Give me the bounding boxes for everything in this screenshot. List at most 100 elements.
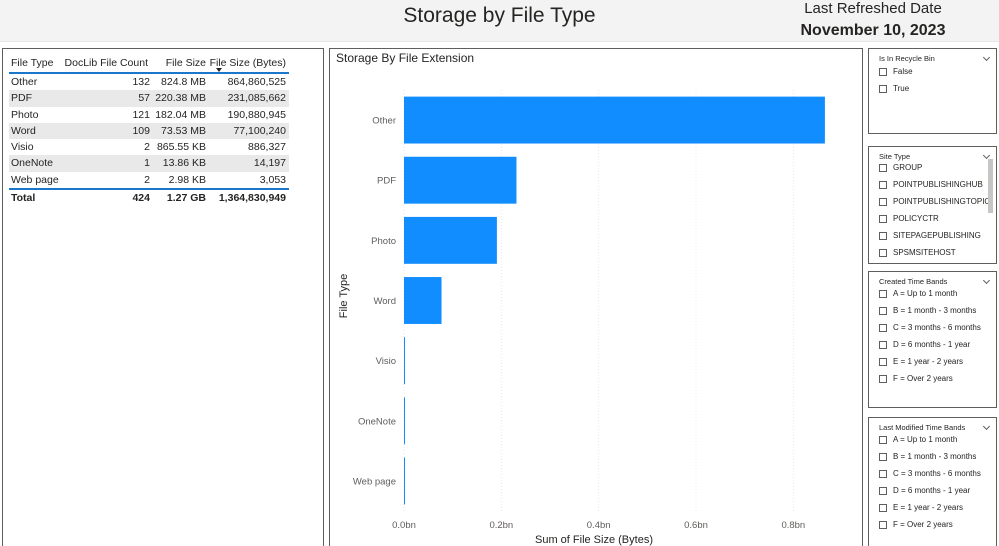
table-header-row: File Type DocLib File Count File Size Fi… — [9, 53, 289, 74]
cell-file-size-bytes: 231,085,662 — [227, 92, 286, 105]
table-row[interactable]: Web page 2 2.98 KB 3,053 — [9, 172, 289, 188]
slicer-option-label: B = 1 month - 3 months — [893, 452, 977, 461]
table-total-row: Total 424 1.27 GB 1,364,830,949 — [9, 188, 289, 204]
slicer-option-label: C = 3 months - 6 months — [893, 469, 981, 478]
chevron-down-icon[interactable] — [982, 276, 991, 285]
slicer-site-type[interactable]: Site Type GROUP POINTPUBLISHINGHUB POINTPU… — [868, 146, 997, 264]
slicer-option-label: D = 6 months - 1 year — [893, 486, 971, 495]
checkbox[interactable] — [879, 358, 887, 366]
cell-file-size-bytes: 14,197 — [253, 157, 286, 170]
slicer-option-label: E = 1 year - 2 years — [893, 357, 964, 366]
slicer-option-label: GROUP — [893, 163, 923, 172]
slicer-recycle-bin[interactable]: Is In Recycle Bin False True — [868, 48, 997, 134]
slicer-option-label: False — [893, 67, 913, 76]
slicer-option-label: F = Over 2 years — [893, 520, 953, 529]
slicer-option-label: C = 3 months - 6 months — [893, 323, 981, 332]
slicer-last-modified-time-bands[interactable]: Last Modified Time Bands A = Up to 1 mon… — [868, 417, 997, 546]
cell-file-size-bytes: 3,053 — [259, 173, 286, 186]
chevron-down-icon[interactable] — [982, 151, 991, 160]
slicer-option-label: POLICYCTR — [893, 214, 939, 223]
bar[interactable] — [404, 337, 405, 385]
total-bytes: 1,364,830,949 — [218, 192, 286, 205]
bar-chart: 0.0bn 0.2bn 0.4bn 0.6bn 0.8bn Other PDF Photo Wo… — [338, 90, 825, 546]
cell-file-count: 121 — [132, 108, 150, 121]
slicer-title: Created Time Bands — [879, 277, 948, 286]
slicer-option-label: True — [893, 84, 910, 93]
table-row[interactable]: OneNote 1 13.86 KB 14,197 — [9, 155, 289, 172]
slicer-scrollbar[interactable] — [988, 159, 993, 213]
bar[interactable] — [404, 457, 405, 505]
cell-file-size: 824.8 MB — [161, 76, 206, 88]
total-label: Total — [11, 192, 36, 205]
y-category-label: PDF — [377, 176, 396, 187]
slicer-option-label: SITEPAGEPUBLISHING — [893, 231, 981, 240]
total-size: 1.27 GB — [166, 192, 206, 205]
checkbox[interactable] — [879, 164, 887, 172]
checkbox[interactable] — [879, 504, 887, 512]
bar[interactable] — [404, 397, 405, 445]
sort-descending-icon — [216, 68, 222, 72]
slicer-created-time-bands[interactable]: Created Time Bands A = Up to 1 month B = … — [868, 271, 997, 408]
slicer-option-label: POINTPUBLISHINGTOPIC — [893, 197, 991, 206]
cell-file-type: OneNote — [11, 157, 54, 170]
column-header-file-type[interactable]: File Type — [11, 57, 53, 69]
checkbox[interactable] — [879, 487, 887, 495]
file-type-table: File Type DocLib File Count File Size Fi… — [9, 53, 289, 204]
table-row[interactable]: Visio 2 865.55 KB 886,327 — [9, 139, 289, 155]
checkbox[interactable] — [879, 181, 887, 189]
table-row[interactable]: Photo 121 182.04 MB 190,880,945 — [9, 107, 289, 123]
checkbox[interactable] — [879, 324, 887, 332]
table-row[interactable]: Other 132 824.8 MB 864,860,525 — [9, 74, 289, 90]
bar[interactable] — [404, 96, 825, 144]
x-axis-title: Sum of File Size (Bytes) — [535, 534, 653, 546]
column-header-file-size[interactable]: File Size — [166, 57, 206, 69]
refresh-date: November 10, 2023 — [800, 22, 946, 39]
cell-file-size-bytes: 864,860,525 — [227, 76, 286, 88]
cell-file-size-bytes: 886,327 — [248, 141, 286, 154]
slicer-title: Last Modified Time Bands — [879, 423, 966, 432]
cell-file-count: 2 — [144, 173, 150, 186]
y-category-label: Photo — [371, 236, 396, 247]
y-axis-title: File Type — [338, 274, 350, 318]
checkbox[interactable] — [879, 470, 887, 478]
slicer-option-label: F = Over 2 years — [893, 374, 953, 383]
checkbox[interactable] — [879, 453, 887, 461]
cell-file-count: 109 — [132, 124, 150, 137]
checkbox[interactable] — [879, 341, 887, 349]
column-header-file-count[interactable]: DocLib File Count — [65, 57, 148, 69]
slicer-option-label: B = 1 month - 3 months — [893, 306, 977, 315]
checkbox[interactable] — [879, 232, 887, 240]
y-category-label: Visio — [376, 356, 396, 367]
y-category-label: Word — [373, 296, 396, 307]
checkbox[interactable] — [879, 85, 887, 93]
checkbox[interactable] — [879, 68, 887, 76]
chevron-down-icon[interactable] — [982, 53, 991, 62]
cell-file-type: PDF — [11, 92, 32, 105]
slicer-title: Is In Recycle Bin — [879, 54, 935, 63]
checkbox[interactable] — [879, 307, 887, 315]
storage-chart-visual[interactable]: Storage By File Extension 0.0bn 0.2bn 0.4b… — [329, 48, 863, 546]
bar[interactable] — [404, 156, 517, 204]
slicer-option-label: D = 6 months - 1 year — [893, 340, 971, 349]
cell-file-size: 865.55 KB — [156, 141, 206, 154]
bar[interactable] — [404, 277, 442, 324]
chevron-down-icon[interactable] — [982, 422, 991, 431]
checkbox[interactable] — [879, 198, 887, 206]
table-row[interactable]: PDF 57 220.38 MB 231,085,662 — [9, 90, 289, 107]
cell-file-count: 1 — [144, 157, 150, 170]
y-category-label: OneNote — [358, 416, 396, 427]
checkbox[interactable] — [879, 375, 887, 383]
cell-file-type: Other — [11, 76, 38, 88]
checkbox[interactable] — [879, 215, 887, 223]
bar[interactable] — [404, 216, 497, 264]
checkbox[interactable] — [879, 521, 887, 529]
checkbox[interactable] — [879, 290, 887, 298]
table-row[interactable]: Word 109 73.53 MB 77,100,240 — [9, 122, 289, 140]
checkbox[interactable] — [879, 249, 887, 257]
refresh-label: Last Refreshed Date — [804, 0, 942, 17]
checkbox[interactable] — [879, 436, 887, 444]
slicer-option-label: A = Up to 1 month — [893, 435, 958, 444]
table-body: Other 132 824.8 MB 864,860,525 PDF 57 220.38 M… — [9, 74, 289, 188]
slicer-option-label: A = Up to 1 month — [893, 289, 958, 298]
file-type-table-visual[interactable]: File Type DocLib File Count File Size Fi… — [2, 48, 324, 546]
